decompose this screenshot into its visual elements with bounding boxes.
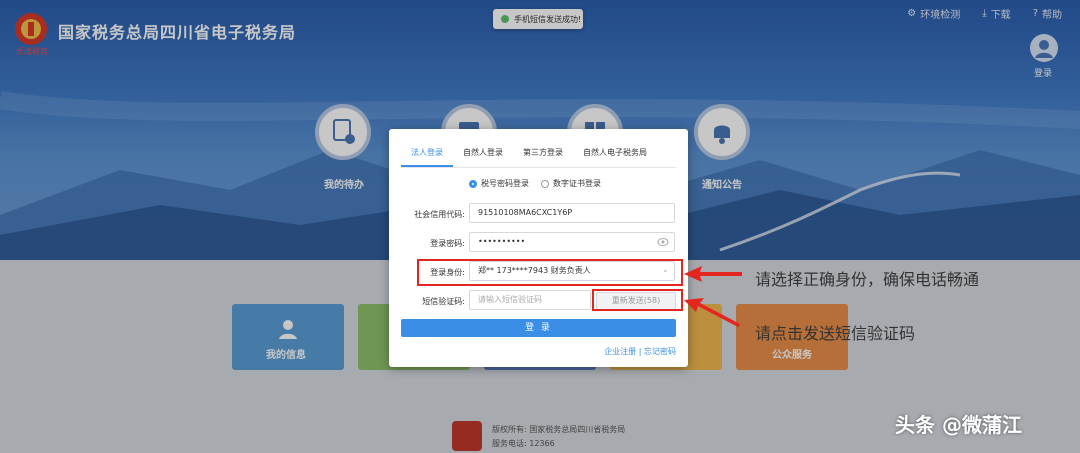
radio-tax-password-label: 税号密码登录: [481, 179, 529, 188]
sms-note: 请点击发送短信验证码: [755, 324, 916, 343]
link-separator: |: [638, 347, 642, 356]
radio-digital-cert-label: 数字证书登录: [553, 179, 601, 188]
tab-natural-person-etax[interactable]: 自然人电子税务局: [573, 145, 657, 167]
credit-code-input[interactable]: 91510108MA6CXC1Y6P: [469, 203, 675, 223]
tab-natural-person[interactable]: 自然人登录: [453, 145, 513, 167]
password-value: ••••••••••: [478, 237, 526, 246]
radio-digital-cert[interactable]: 数字证书登录: [541, 178, 601, 189]
login-modal: 法人登录 自然人登录 第三方登录 自然人电子税务局 税号密码登录 数字证书登录 …: [389, 129, 688, 367]
credit-code-label: 社会信用代码:: [414, 210, 465, 219]
register-link[interactable]: 企业注册: [604, 347, 636, 356]
login-button[interactable]: 登 录: [401, 319, 676, 337]
login-method: 税号密码登录 数字证书登录: [469, 178, 601, 189]
resend-highlight-box: [592, 289, 683, 311]
identity-note: 请选择正确身份，确保电话畅通: [755, 270, 980, 289]
watermark: 头条 @微蒲江: [895, 413, 1022, 437]
forgot-password-link[interactable]: 忘记密码: [644, 347, 676, 356]
sms-code-input[interactable]: 请输入短信验证码: [469, 290, 591, 310]
tab-legal-person[interactable]: 法人登录: [401, 145, 453, 167]
modal-links: 企业注册 | 忘记密码: [604, 346, 676, 357]
login-tabs: 法人登录 自然人登录 第三方登录 自然人电子税务局: [401, 145, 676, 168]
radio-tax-password[interactable]: 税号密码登录: [469, 178, 529, 189]
identity-highlight-box: [417, 259, 683, 286]
password-label: 登录密码:: [430, 239, 465, 248]
eye-icon[interactable]: [657, 237, 669, 247]
radio-checked-icon: [469, 179, 477, 188]
radio-unchecked-icon: [541, 179, 549, 188]
tab-third-party[interactable]: 第三方登录: [513, 145, 573, 167]
password-input[interactable]: ••••••••••: [469, 232, 675, 252]
annotation-arrows: [684, 266, 742, 327]
sms-label: 短信验证码:: [422, 297, 465, 306]
